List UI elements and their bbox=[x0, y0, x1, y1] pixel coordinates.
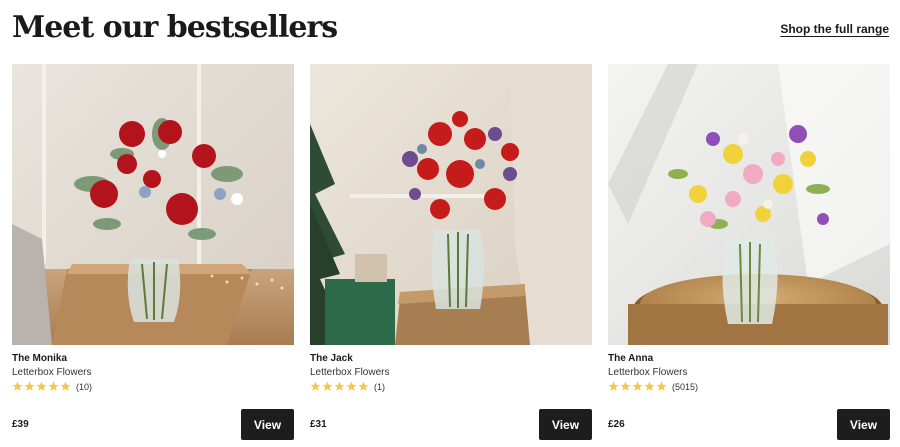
review-count: (1) bbox=[374, 381, 385, 392]
product-card[interactable]: The Jack Letterbox Flowers (1) £31 View bbox=[310, 64, 592, 442]
stars bbox=[310, 381, 369, 392]
star-rating: (10) bbox=[12, 380, 92, 393]
product-price: £26 bbox=[608, 419, 625, 430]
shop-full-range-link[interactable]: Shop the full range bbox=[780, 22, 889, 36]
view-button[interactable]: View bbox=[539, 409, 592, 440]
product-price: £31 bbox=[310, 419, 327, 430]
product-brand: Letterbox Flowers bbox=[310, 367, 390, 378]
star-icon bbox=[656, 381, 667, 391]
star-icon bbox=[60, 381, 71, 391]
product-image-monika[interactable] bbox=[12, 64, 294, 345]
star-icon bbox=[644, 381, 655, 391]
star-icon bbox=[346, 381, 357, 391]
star-rating: (1) bbox=[310, 380, 385, 393]
view-button[interactable]: View bbox=[837, 409, 890, 440]
page-title: Meet our bestsellers bbox=[12, 10, 338, 45]
product-name[interactable]: The Anna bbox=[608, 353, 653, 364]
bouquet-illustration bbox=[12, 64, 294, 345]
star-icon bbox=[12, 381, 23, 391]
star-icon bbox=[24, 381, 35, 391]
review-count: (10) bbox=[76, 381, 93, 392]
star-icon bbox=[620, 381, 631, 391]
product-card[interactable]: The Anna Letterbox Flowers (5015) £26 Vi… bbox=[608, 64, 890, 442]
bouquet-illustration bbox=[310, 64, 592, 345]
star-icon bbox=[334, 381, 345, 391]
star-icon bbox=[36, 381, 47, 391]
bouquet-illustration bbox=[608, 64, 890, 345]
product-brand: Letterbox Flowers bbox=[12, 367, 92, 378]
product-price: £39 bbox=[12, 419, 29, 430]
star-icon bbox=[608, 381, 619, 391]
product-image-jack[interactable] bbox=[310, 64, 592, 345]
product-name[interactable]: The Jack bbox=[310, 353, 353, 364]
star-icon bbox=[322, 381, 333, 391]
product-brand: Letterbox Flowers bbox=[608, 367, 688, 378]
review-count: (5015) bbox=[672, 381, 699, 392]
product-name[interactable]: The Monika bbox=[12, 353, 67, 364]
product-image-anna[interactable] bbox=[608, 64, 890, 345]
stars bbox=[12, 381, 71, 392]
star-icon bbox=[358, 381, 369, 391]
star-icon bbox=[310, 381, 321, 391]
product-card[interactable]: The Monika Letterbox Flowers (10) £39 Vi… bbox=[12, 64, 294, 442]
star-rating: (5015) bbox=[608, 380, 698, 393]
view-button[interactable]: View bbox=[241, 409, 294, 440]
star-icon bbox=[632, 381, 643, 391]
stars bbox=[608, 381, 667, 392]
star-icon bbox=[48, 381, 59, 391]
